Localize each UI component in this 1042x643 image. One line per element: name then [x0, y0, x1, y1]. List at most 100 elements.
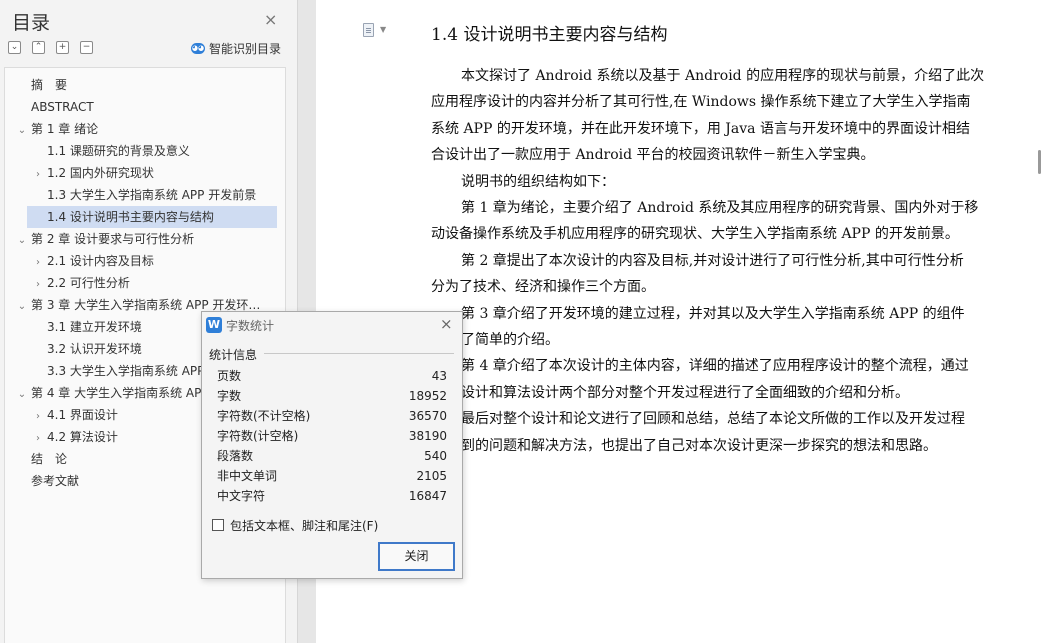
- chevron-right-icon[interactable]: ›: [31, 428, 45, 448]
- section-heading[interactable]: 1.4 设计说明书主要内容与结构: [431, 20, 667, 45]
- stat-value: 540: [424, 449, 447, 463]
- document-line[interactable]: 第 4 章介绍了本次设计的主体内容，详细的描述了应用程序设计的整个流程，通过: [461, 356, 969, 376]
- toc-item-label: 3.1 建立开发环境: [47, 320, 142, 334]
- stat-label: 字符数(不计空格): [217, 409, 311, 423]
- chevron-down-icon: ⌄: [10, 42, 19, 52]
- stat-label: 段落数: [217, 449, 254, 463]
- plus-icon: +: [58, 42, 67, 52]
- chevron-down-icon[interactable]: ⌄: [15, 120, 29, 140]
- smart-recognize-label: 智能识别目录: [209, 41, 282, 56]
- document-line[interactable]: 说明书的组织结构如下：: [461, 172, 615, 192]
- document-line[interactable]: 应用程序设计的内容并分析了其可行性,在 Windows 操作系统下建立了大学生入…: [431, 92, 971, 112]
- document-line[interactable]: 合设计出了一款应用于 Android 平台的校园资讯软件－新生入学宝典。: [431, 145, 875, 165]
- stat-label: 页数: [217, 369, 242, 383]
- smart-recognize-toc-button[interactable]: ◕◕ 智能识别目录: [191, 40, 281, 56]
- toc-item[interactable]: 1.4 设计说明书主要内容与结构: [27, 206, 277, 228]
- toc-title: 目录: [12, 12, 51, 34]
- toc-item[interactable]: ABSTRACT: [15, 96, 275, 118]
- stat-value: 36570: [408, 409, 447, 423]
- chevron-up-icon: ⌃: [34, 42, 43, 52]
- stat-row: 段落数 540: [217, 446, 447, 466]
- toc-item-label: 第 4 章 大学生入学指南系统 AP: [31, 386, 202, 400]
- stat-row: 字数 18952: [217, 386, 447, 406]
- document-line[interactable]: 第 2 章提出了本次设计的内容及目标,并对设计进行了可行性分析,其中可行性分析: [461, 251, 964, 271]
- toc-item-label: 1.3 大学生入学指南系统 APP 开发前景: [47, 188, 257, 202]
- collapse-all-button[interactable]: ⌄: [8, 41, 21, 54]
- toc-item-label: 摘 要: [31, 78, 68, 92]
- toc-item-label: 第 2 章 设计要求与可行性分析: [31, 232, 195, 246]
- section-divider: [264, 353, 454, 354]
- toc-item-label: 4.1 界面设计: [47, 408, 118, 422]
- stat-value: 2105: [416, 469, 447, 483]
- stat-label: 非中文单词: [217, 469, 278, 483]
- document-line[interactable]: 到的问题和解决方法，也提出了自己对本次设计更深一步探究的想法和思路。: [461, 436, 937, 456]
- checkbox-box[interactable]: [212, 519, 224, 531]
- stat-value: 43: [431, 369, 447, 383]
- checkbox-label: 包括文本框、脚注和尾注(F): [230, 518, 379, 533]
- stat-label: 字数: [217, 389, 242, 403]
- chevron-right-icon[interactable]: ›: [31, 252, 45, 272]
- close-button[interactable]: 关闭: [378, 542, 455, 571]
- stat-row: 中文字符 16847: [217, 486, 447, 506]
- chevron-right-icon[interactable]: ›: [31, 164, 45, 184]
- toc-item-label: ABSTRACT: [31, 100, 94, 114]
- scrollbar-thumb[interactable]: [1038, 150, 1041, 174]
- chevron-down-icon[interactable]: ⌄: [15, 384, 29, 404]
- stat-label: 中文字符: [217, 489, 266, 503]
- toc-close-icon[interactable]: ×: [264, 11, 277, 29]
- paragraph-options-icon[interactable]: ▼: [363, 23, 391, 39]
- dialog-close-icon[interactable]: ×: [440, 316, 453, 333]
- toc-item[interactable]: › 2.1 设计内容及目标: [31, 250, 275, 272]
- toc-item[interactable]: › 2.2 可行性分析: [31, 272, 275, 294]
- toc-item-label: 参考文献: [31, 474, 80, 488]
- expand-all-button[interactable]: ⌃: [32, 41, 45, 54]
- stats-section-label: 统计信息: [209, 348, 258, 362]
- include-textbox-footnotes-checkbox[interactable]: 包括文本框、脚注和尾注(F): [212, 517, 378, 533]
- toc-item[interactable]: 1.3 大学生入学指南系统 APP 开发前景: [31, 184, 275, 206]
- document-line[interactable]: 分为了技术、经济和操作三个方面。: [431, 277, 655, 297]
- toc-item[interactable]: ⌄ 第 1 章 绪论: [15, 118, 275, 140]
- toc-item-label: 2.2 可行性分析: [47, 276, 130, 290]
- document-line[interactable]: 最后对整个设计和论文进行了回顾和总结，总结了本论文所做的工作以及开发过程: [461, 409, 965, 429]
- toc-item-label: 1.1 课题研究的背景及意义: [47, 144, 190, 158]
- dialog-title: 字数统计: [226, 319, 275, 333]
- stat-row: 非中文单词 2105: [217, 466, 447, 486]
- document-line[interactable]: 本文探讨了 Android 系统以及基于 Android 的应用程序的现状与前景…: [461, 66, 984, 86]
- toc-item-label: 4.2 算法设计: [47, 430, 118, 444]
- toc-item-label: 结 论: [31, 452, 68, 466]
- minus-icon: −: [82, 42, 91, 52]
- chevron-right-icon[interactable]: ›: [31, 406, 45, 426]
- stat-row: 页数 43: [217, 366, 447, 386]
- toc-item-label: 3.2 认识开发环境: [47, 342, 142, 356]
- smart-ai-icon: ◕◕: [191, 42, 205, 54]
- toc-item-label: 1.2 国内外研究现状: [47, 166, 154, 180]
- stat-row: 字符数(计空格) 38190: [217, 426, 447, 446]
- toc-item-label: 1.4 设计说明书主要内容与结构: [47, 210, 214, 224]
- remove-toc-item-button[interactable]: −: [80, 41, 93, 54]
- dropdown-caret-icon: ▼: [380, 25, 387, 34]
- document-line[interactable]: 动设备操作系统及手机应用程序的研究现状、大学生入学指南系统 APP 的开发前景。: [431, 224, 959, 244]
- stat-value: 16847: [408, 489, 447, 503]
- add-toc-item-button[interactable]: +: [56, 41, 69, 54]
- toc-item[interactable]: ⌄ 第 2 章 设计要求与可行性分析: [15, 228, 275, 250]
- stat-label: 字符数(计空格): [217, 429, 299, 443]
- toc-item[interactable]: › 1.2 国内外研究现状: [31, 162, 275, 184]
- document-line[interactable]: 第 3 章介绍了开发环境的建立过程，并对其以及大学生入学指南系统 APP 的组件: [461, 304, 965, 324]
- chevron-down-icon[interactable]: ⌄: [15, 230, 29, 250]
- toc-item-label: 第 1 章 绪论: [31, 122, 99, 136]
- chevron-down-icon[interactable]: ⌄: [15, 296, 29, 316]
- toc-item-label: 3.3 大学生入学指南系统 APP: [47, 364, 205, 378]
- toc-item-label: 第 3 章 大学生入学指南系统 APP 开发环…: [31, 298, 261, 312]
- toc-item[interactable]: 摘 要: [15, 74, 275, 96]
- toc-item[interactable]: 1.1 课题研究的背景及意义: [31, 140, 275, 162]
- app-logo-icon: W: [206, 317, 222, 333]
- document-icon: [363, 23, 374, 37]
- document-line[interactable]: 了简单的介绍。: [461, 330, 559, 350]
- toc-item-label: 2.1 设计内容及目标: [47, 254, 154, 268]
- document-line[interactable]: 设计和算法设计两个部分对整个开发过程进行了全面细致的介绍和分析。: [461, 383, 909, 403]
- document-line[interactable]: 系统 APP 的开发环境，并在此开发环境下，用 Java 语言与开发环境中的界面…: [431, 119, 970, 139]
- document-line[interactable]: 第 1 章为绪论，主要介绍了 Android 系统及其应用程序的研究背景、国内外…: [461, 198, 978, 218]
- stat-value: 18952: [408, 389, 447, 403]
- chevron-right-icon[interactable]: ›: [31, 274, 45, 294]
- word-count-dialog: W 字数统计 × 统计信息 页数 43 字数 18952 字符数(不计空格) 36570 字…: [201, 311, 463, 579]
